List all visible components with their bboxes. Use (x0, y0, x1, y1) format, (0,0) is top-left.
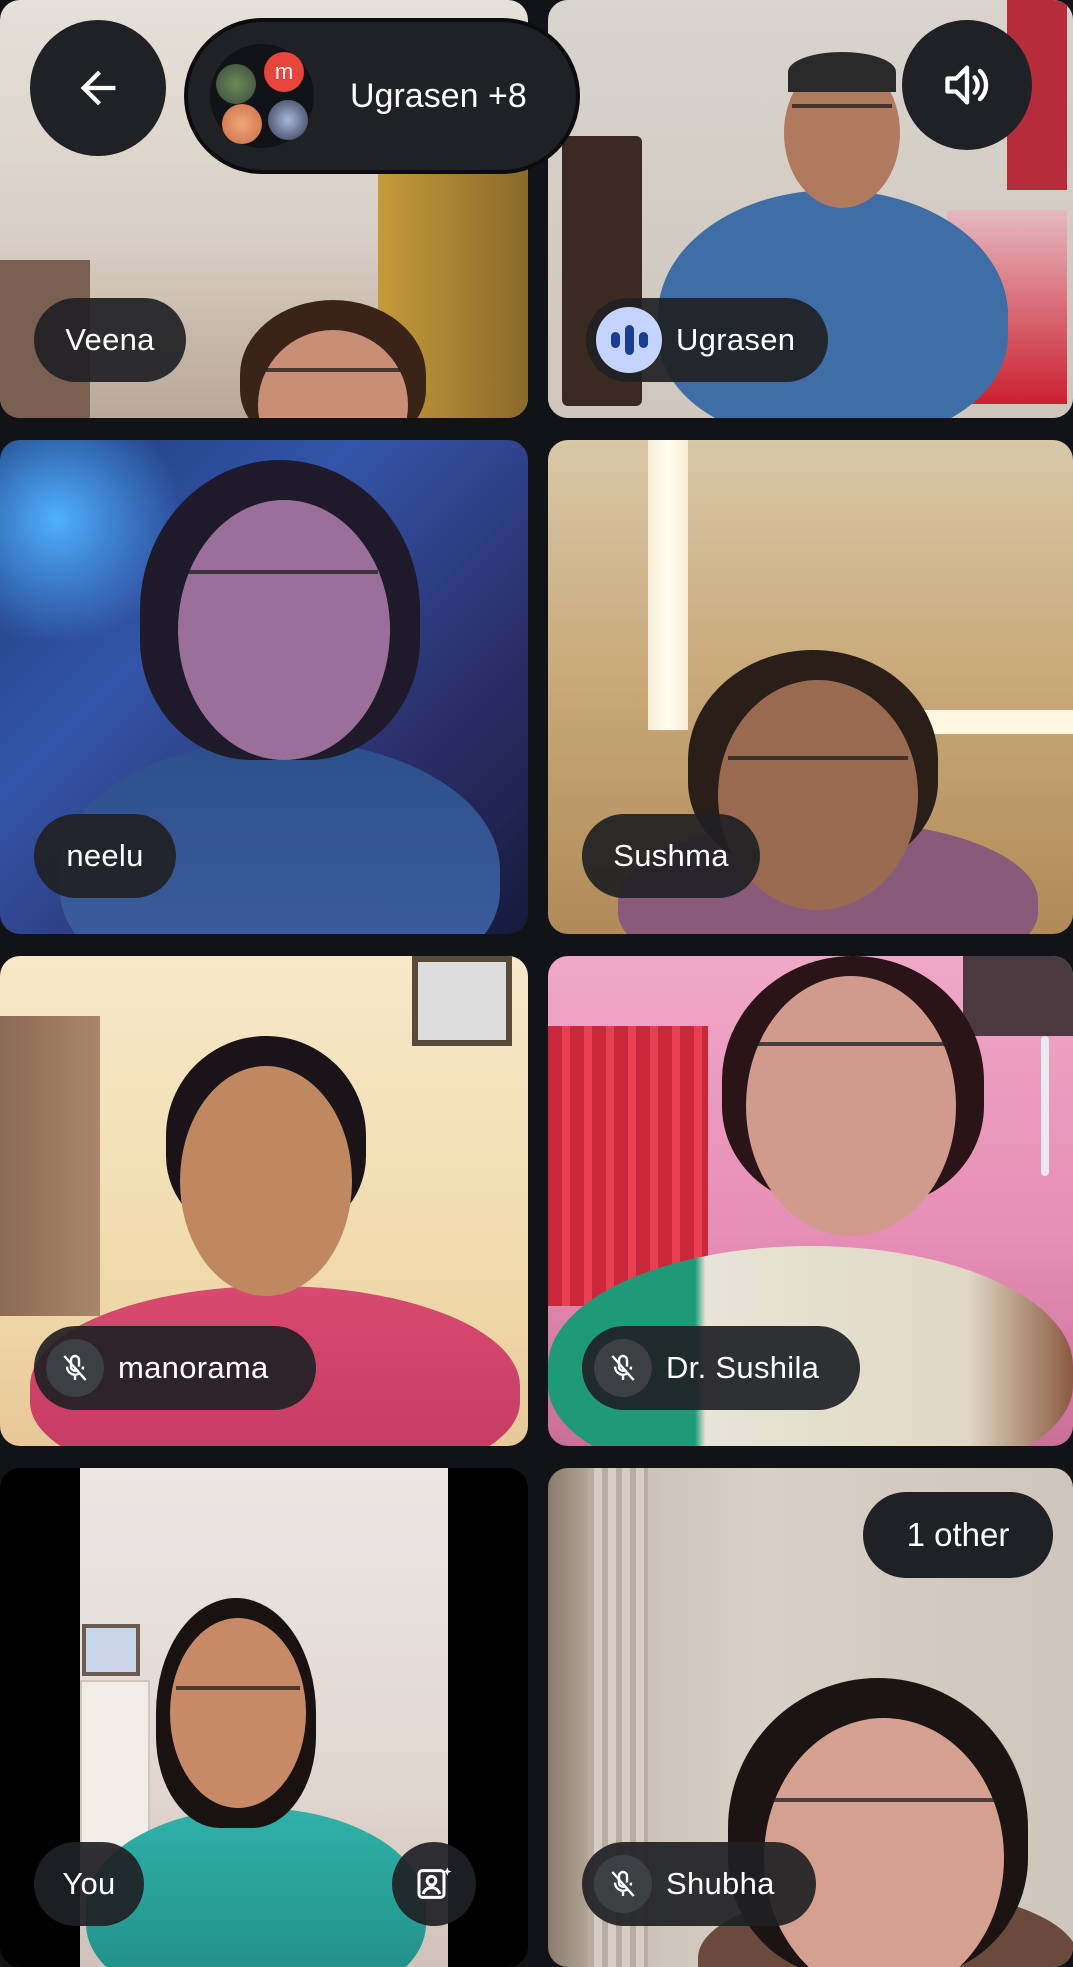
participant-avatar-stack: m (210, 44, 314, 148)
audio-level-icon (596, 307, 662, 373)
participant-tile-neelu[interactable]: neelu (0, 440, 528, 934)
audio-output-button[interactable] (902, 20, 1032, 150)
avatar (216, 64, 256, 104)
participant-name-neelu: neelu (34, 814, 176, 898)
participant-name-veena: Veena (34, 298, 186, 382)
avatar (268, 100, 308, 140)
arrow-left-icon (72, 62, 124, 114)
participant-name-dr-sushila: Dr. Sushila (582, 1326, 860, 1410)
mic-off-icon (46, 1339, 104, 1397)
avatar: m (264, 52, 304, 92)
mic-off-icon (594, 1855, 652, 1913)
back-button[interactable] (30, 20, 166, 156)
participant-name-manorama: manorama (34, 1326, 316, 1410)
participant-name-shubha: Shubha (582, 1842, 816, 1926)
volume-up-icon (941, 59, 993, 111)
participant-tile-you: You (0, 1468, 528, 1967)
avatar (222, 104, 262, 144)
participant-tile-manorama[interactable]: manorama (0, 956, 528, 1446)
participant-name-you: You (34, 1842, 144, 1926)
participant-tile-dr-sushila[interactable]: Dr. Sushila (548, 956, 1073, 1446)
portrait-effects-icon[interactable] (392, 1842, 476, 1926)
participants-button[interactable]: m Ugrasen +8 (188, 22, 576, 170)
others-count-button[interactable]: 1 other (863, 1492, 1053, 1578)
participants-label: Ugrasen +8 (350, 76, 527, 115)
participant-name-ugrasen: Ugrasen (586, 298, 828, 382)
participant-name-sushma: Sushma (582, 814, 760, 898)
mic-off-icon (594, 1339, 652, 1397)
participant-tile-sushma[interactable]: Sushma (548, 440, 1073, 934)
scrollbar-thumb[interactable] (1041, 1036, 1049, 1176)
